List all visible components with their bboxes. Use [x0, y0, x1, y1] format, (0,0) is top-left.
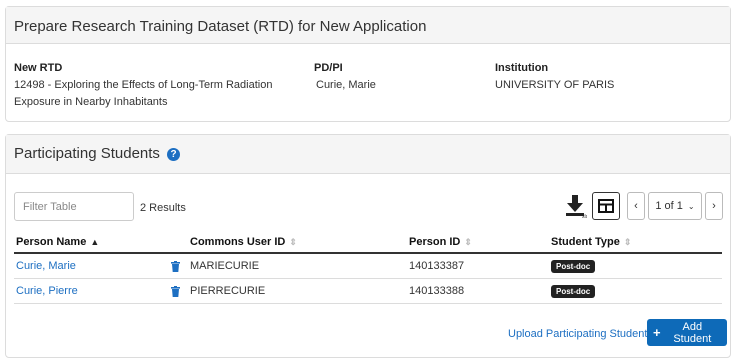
- rtd-card: Prepare Research Training Dataset (RTD) …: [5, 6, 731, 122]
- students-card: Participating Students ? 2 Results xls ‹…: [5, 134, 731, 358]
- column-header-commons-user-id[interactable]: Commons User ID ⇕: [188, 231, 407, 254]
- table-header-row: Person Name ▲ Commons User ID ⇕ Person ID ⇕…: [14, 231, 722, 254]
- new-rtd-section: New RTD 12498 - Exploring the Effects of…: [14, 60, 304, 111]
- add-student-label: Add Student: [673, 320, 712, 345]
- plus-icon: +: [653, 325, 661, 340]
- person-id: 140133388: [407, 278, 549, 304]
- person-name-link[interactable]: Curie, Marie: [16, 260, 76, 272]
- institution-label: Institution: [495, 62, 549, 74]
- person-name-link[interactable]: Curie, Pierre: [16, 285, 78, 297]
- student-type-badge: Post-doc: [551, 284, 596, 298]
- help-icon[interactable]: ?: [167, 148, 181, 161]
- trash-icon[interactable]: [171, 286, 180, 297]
- rtd-card-title: Prepare Research Training Dataset (RTD) …: [6, 7, 730, 44]
- new-rtd-value: 12498 - Exploring the Effects of Long-Te…: [14, 79, 273, 108]
- pdpi-section: PD/PI Curie, Marie: [314, 60, 474, 94]
- table-row: Curie, Pierre PIERRECURIE 140133388 Post…: [14, 278, 722, 304]
- chevron-down-icon: ⌄: [687, 201, 695, 211]
- column-header-student-type[interactable]: Student Type ⇕: [549, 231, 722, 254]
- students-card-title: Participating Students: [14, 145, 160, 162]
- pdpi-value: Curie, Marie: [316, 79, 376, 91]
- sort-icon: ⇕: [464, 236, 472, 247]
- prev-page-button[interactable]: ‹: [627, 192, 645, 220]
- sort-icon: ⇕: [289, 236, 297, 247]
- students-table: Person Name ▲ Commons User ID ⇕ Person ID ⇕…: [14, 231, 722, 304]
- page-select-value: 1 of 1: [655, 200, 683, 212]
- students-card-header: Participating Students ?: [6, 135, 730, 174]
- student-type-badge: Post-doc: [551, 259, 596, 273]
- column-header-person-id[interactable]: Person ID ⇕: [407, 231, 549, 254]
- commons-user-id: MARIECURIE: [188, 253, 407, 279]
- upload-participating-students-link[interactable]: Upload Participating Students: [508, 328, 653, 340]
- pdpi-label: PD/PI: [314, 62, 343, 74]
- institution-value: UNIVERSITY OF PARIS: [495, 79, 615, 91]
- add-student-button[interactable]: + Add Student: [647, 319, 727, 346]
- column-header-person-name[interactable]: Person Name ▲: [14, 231, 188, 254]
- next-page-button[interactable]: ›: [705, 192, 723, 220]
- sort-asc-icon: ▲: [90, 236, 100, 247]
- trash-icon[interactable]: [171, 261, 180, 272]
- column-toggle-button[interactable]: [592, 192, 620, 220]
- svg-text:xls: xls: [582, 214, 587, 219]
- table-row: Curie, Marie MARIECURIE 140133387 Post-d…: [14, 253, 722, 279]
- institution-section: Institution UNIVERSITY OF PARIS: [495, 60, 715, 94]
- commons-user-id: PIERRECURIE: [188, 278, 407, 304]
- chevron-right-icon: ›: [712, 200, 716, 212]
- results-count: 2 Results: [140, 202, 186, 214]
- column-toggle-icon: [598, 199, 614, 213]
- filter-table-input[interactable]: [14, 192, 134, 221]
- person-id: 140133387: [407, 253, 549, 279]
- download-icon[interactable]: xls: [563, 193, 589, 220]
- new-rtd-label: New RTD: [14, 62, 63, 74]
- chevron-left-icon: ‹: [634, 200, 638, 212]
- sort-icon: ⇕: [623, 236, 632, 247]
- page-select[interactable]: 1 of 1 ⌄: [648, 192, 702, 220]
